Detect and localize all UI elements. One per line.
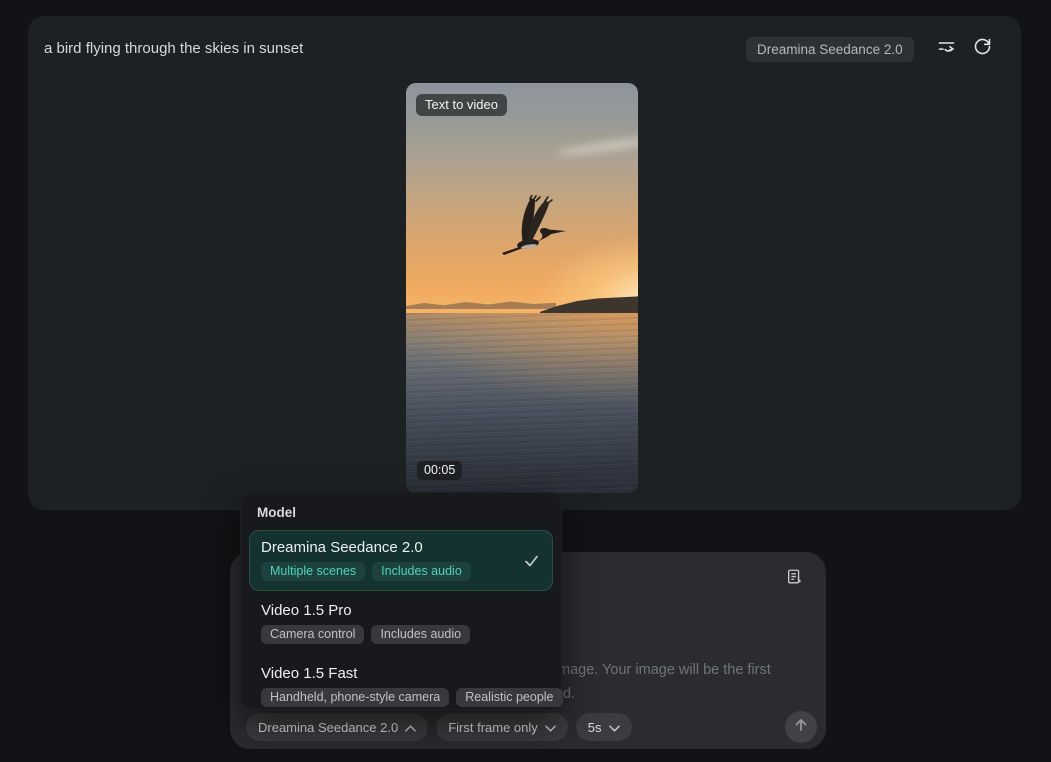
frame-mode-label: First frame only: [448, 720, 538, 735]
duration-pill[interactable]: 5s: [576, 713, 632, 741]
model-option-video-15-fast[interactable]: Video 1.5 Fast Handheld, phone-style cam…: [249, 656, 553, 717]
chevron-up-icon: [405, 720, 416, 735]
generate-button[interactable]: [785, 711, 817, 743]
model-menu: Model Dreamina Seedance 2.0 Multiple sce…: [240, 492, 562, 710]
regenerate-icon: [972, 36, 993, 62]
prompt-text: a bird flying through the skies in sunse…: [44, 40, 303, 57]
model-tag: Realistic people: [456, 688, 562, 707]
model-tag: Handheld, phone-style camera: [261, 688, 449, 707]
model-badge: Dreamina Seedance 2.0: [746, 37, 914, 62]
model-menu-title: Model: [257, 505, 555, 520]
model-select-pill[interactable]: Dreamina Seedance 2.0: [246, 713, 428, 741]
model-option-video-15-pro[interactable]: Video 1.5 Pro Camera control Includes au…: [249, 593, 553, 654]
video-duration-badge: 00:05: [417, 461, 462, 480]
chevron-down-icon: [545, 720, 556, 735]
model-tag: Camera control: [261, 625, 364, 644]
reuse-settings-icon: [936, 36, 957, 62]
model-option-dreamina-seedance-2[interactable]: Dreamina Seedance 2.0 Multiple scenes In…: [249, 530, 553, 591]
app-screen: a bird flying through the skies in sunse…: [0, 0, 1051, 762]
frame-mode-pill[interactable]: First frame only: [436, 713, 568, 741]
composer-placeholder-line1[interactable]: mage. Your image will be the first: [558, 662, 771, 678]
video-thumbnail[interactable]: Text to video 00:05: [406, 83, 638, 493]
video-type-badge: Text to video: [416, 94, 507, 116]
model-option-name: Video 1.5 Pro: [261, 602, 541, 619]
composer-controls: Dreamina Seedance 2.0 First frame only 5…: [246, 713, 632, 741]
prompt-notes-icon: [786, 573, 804, 590]
model-select-label: Dreamina Seedance 2.0: [258, 720, 398, 735]
model-option-name: Dreamina Seedance 2.0: [261, 539, 541, 556]
arrow-up-icon: [793, 717, 809, 738]
prompt-notes-button[interactable]: [786, 568, 806, 588]
model-tag: Includes audio: [371, 625, 470, 644]
regenerate-button[interactable]: [969, 36, 995, 62]
composer-placeholder-line2[interactable]: d.: [563, 686, 575, 702]
bird-silhouette: [494, 195, 570, 267]
generation-card: a bird flying through the skies in sunse…: [28, 16, 1021, 510]
model-tag: Includes audio: [372, 562, 471, 581]
chevron-down-icon: [609, 720, 620, 735]
reuse-settings-button[interactable]: [933, 36, 959, 62]
duration-label: 5s: [588, 720, 602, 735]
model-tag: Multiple scenes: [261, 562, 365, 581]
checkmark-icon: [524, 553, 539, 568]
model-option-name: Video 1.5 Fast: [261, 665, 541, 682]
